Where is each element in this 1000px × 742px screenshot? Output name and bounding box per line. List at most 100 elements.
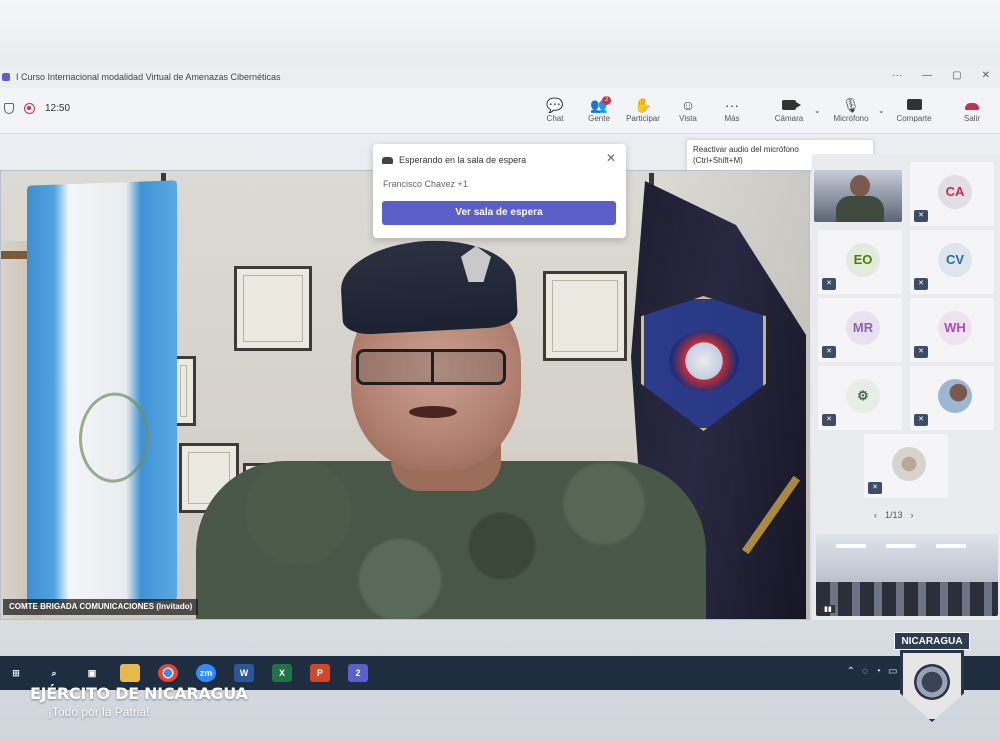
army-seal-logo: NICARAGUA [894,632,970,724]
self-video [814,170,902,222]
avatar: MR [846,311,880,345]
more-options-icon[interactable]: ··· [892,70,902,81]
microphone-button[interactable]: 🎙 Micrófono [826,96,876,123]
search-icon[interactable]: ⌕ [44,664,64,682]
teams-app-icon [2,73,10,81]
speaker [196,231,716,619]
minimize-icon[interactable]: — [922,70,932,81]
leave-button[interactable]: Salir [947,96,997,123]
participant-tile[interactable]: ⚙ ✕ [818,366,902,430]
view-label: Vista [679,114,697,123]
camera-label: Cámara [774,114,804,123]
microphone-label: Micrófono [833,114,869,123]
zoom-icon[interactable]: zm [196,664,216,682]
file-explorer-icon[interactable] [120,664,140,682]
close-window-icon[interactable]: ✕ [982,70,990,81]
teams-icon[interactable]: 2 [348,664,368,682]
word-icon[interactable]: W [234,664,254,682]
avatar: EO [846,243,880,277]
meeting-timer: 12:50 [45,103,71,114]
more-icon: ··· [725,97,739,113]
raise-hand-button[interactable]: ✋ Participar [618,96,668,123]
camera-options-chevron-icon[interactable]: ⌄ [814,106,821,115]
mic-off-icon: ✕ [868,482,882,494]
avatar: ⚙ [846,379,880,413]
microphone-icon: 🎙 [842,97,860,113]
screenshot-stage: I Curso Internacional modalidad Virtual … [0,0,1000,742]
mic-off-icon: ✕ [822,414,836,426]
participant-tile[interactable]: ✕ [910,366,994,430]
mic-off-icon: ✕ [914,278,928,290]
maximize-icon[interactable]: ▢ [952,70,961,81]
window-controls: ··· — ▢ ✕ [892,70,990,81]
leave-label: Salir [963,114,980,123]
close-icon[interactable]: ✕ [606,151,616,165]
avatar: WH [938,311,972,345]
page-indicator: 1/13 [885,510,903,520]
window-title: I Curso Internacional modalidad Virtual … [16,72,281,82]
profile-photo [938,379,972,413]
recording-icon [24,103,35,114]
mic-off-icon: ✕ [822,346,836,358]
camera-icon [764,96,814,114]
view-button[interactable]: ☺ Vista [663,96,713,123]
participant-tile[interactable]: CA ✕ [910,162,994,226]
more-button[interactable]: ··· Más [707,96,757,123]
windows-start-icon[interactable]: ⊞ [6,664,26,682]
lobby-notification: Esperando en la sala de espera ✕ Francis… [373,144,626,238]
next-page-icon[interactable]: › [911,510,914,520]
participant-tile[interactable]: EO ✕ [818,230,902,294]
army-watermark: EJÉRCITO DE NICARAGUA ¡Todo por la Patri… [30,684,248,719]
taskbar-apps: ⊞ ⌕ ▣ zm W X P 2 [6,664,368,682]
guatemala-flag [27,180,177,606]
shield-icon[interactable] [4,103,14,114]
meeting-toolbar: 12:50 💬 Chat 👥 2 Gente ✋ Participar ☺ Vi… [0,88,1000,134]
people-button[interactable]: 👥 2 Gente [574,96,624,123]
chat-icon: 💬 [546,97,564,113]
participant-tile[interactable]: WH ✕ [910,298,994,362]
beret [338,236,519,336]
mouth [409,406,457,418]
leave-icon [947,96,997,114]
mic-off-icon: ✕ [914,346,928,358]
mic-off-icon: ✕ [822,278,836,290]
view-icon: ☺ [680,97,696,113]
raise-hand-icon: ✋ [634,97,652,113]
volume-icon[interactable]: ◔ [875,666,881,677]
chat-label: Chat [546,114,564,123]
chrome-icon[interactable] [158,664,178,682]
camera-button[interactable]: Cámara [764,96,814,123]
task-view-icon[interactable]: ▣ [82,664,102,682]
watermark-motto: ¡Todo por la Patria! [48,705,150,719]
chevron-up-icon[interactable]: ⌃ [847,666,855,677]
more-label: Más [724,114,740,123]
watermark-brand: EJÉRCITO DE NICARAGUA [30,684,248,703]
share-button[interactable]: Comparte [889,96,939,123]
previous-page-icon[interactable]: ‹ [874,510,877,520]
excel-icon[interactable]: X [272,664,292,682]
wifi-icon[interactable]: ◌ [862,666,868,677]
mic-off-icon: ✕ [914,414,928,426]
share-icon [889,96,939,114]
people-label: Gente [588,114,610,123]
people-badge: 2 [602,96,611,105]
mic-off-icon: ✕ [914,210,928,222]
people-icon [382,156,393,164]
participant-tile[interactable]: CV ✕ [910,230,994,294]
lobby-title: Esperando en la sala de espera [399,155,527,165]
room-video-tile[interactable]: ▮▮ [816,534,998,616]
lobby-waiting-names: Francisco Chavez +1 [383,179,468,189]
powerpoint-icon[interactable]: P [310,664,330,682]
view-lobby-button[interactable]: Ver sala de espera [382,201,616,225]
participant-tile[interactable]: MR ✕ [818,298,902,362]
speaker-name-tag: COMTE BRIGADA COMUNICACIONES (Invitado) [3,599,199,615]
participants-panel: CA ✕ EO ✕ CV ✕ MR ✕ WH ✕ ⚙ ✕ ✕ ✕ ‹ 1/13 … [812,154,1000,620]
seal-emblem [914,664,950,700]
microphone-options-chevron-icon[interactable]: ⌄ [878,106,885,115]
avatar: CV [938,243,972,277]
lobby-header: Esperando en la sala de espera [382,155,526,165]
participant-tile[interactable]: ✕ [864,434,948,498]
self-video-tile[interactable] [814,170,904,226]
chat-button[interactable]: 💬 Chat [530,96,580,123]
meeting-status: 12:50 [4,103,70,114]
